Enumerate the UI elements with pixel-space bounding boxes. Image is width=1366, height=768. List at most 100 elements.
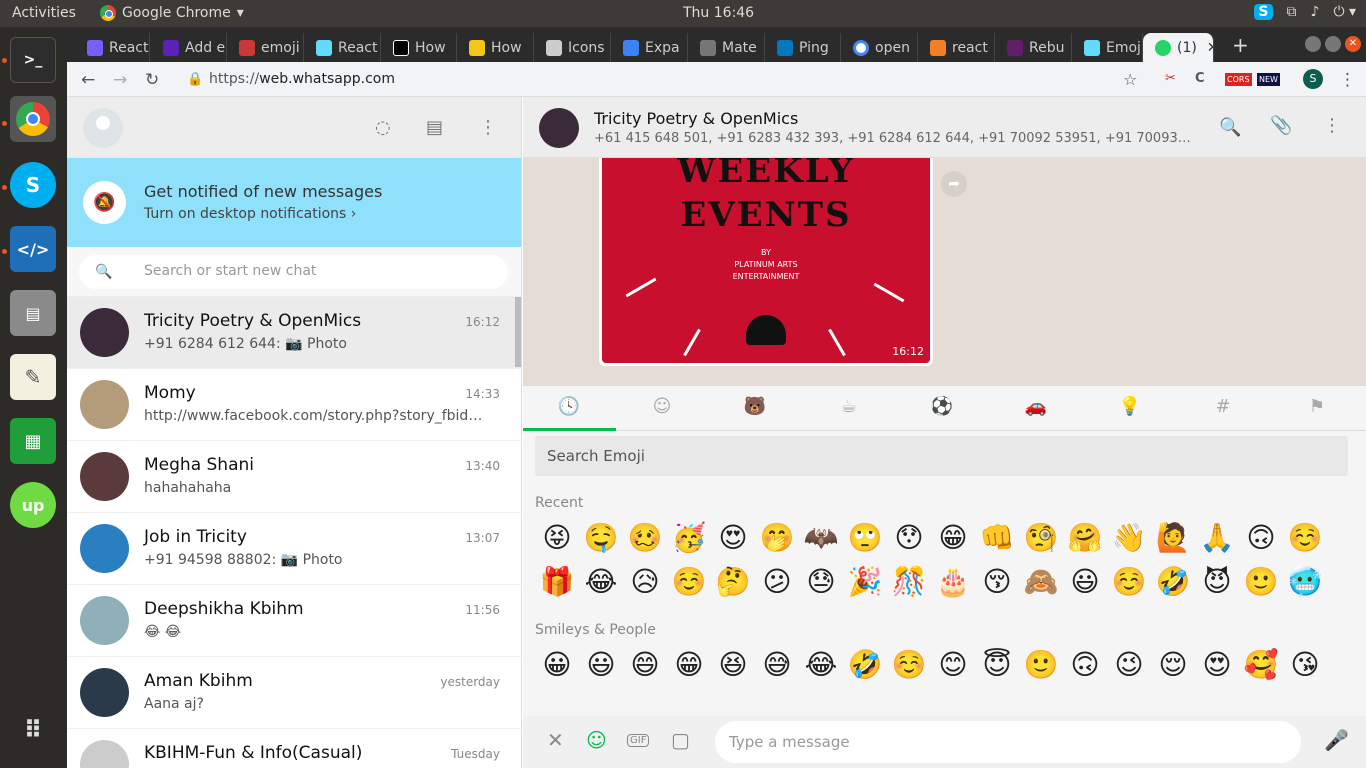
forward-icon[interactable]: → <box>113 70 127 90</box>
emoji-button[interactable]: ☺️ <box>1107 560 1151 604</box>
browser-tab[interactable]: Expa <box>611 33 688 62</box>
user-avatar[interactable] <box>83 108 123 148</box>
browser-menu-icon[interactable]: ⋮ <box>1339 70 1356 90</box>
chat-list-item[interactable]: Megha Shani 13:40 hahahahaha <box>67 441 521 513</box>
notification-link[interactable]: Turn on desktop notifications › <box>144 206 356 222</box>
emoji-button[interactable]: 🦇 <box>799 516 843 560</box>
emoji-button[interactable]: 😅 <box>755 643 799 687</box>
emoji-button[interactable]: 😆 <box>711 643 755 687</box>
emoji-button[interactable]: 🙈 <box>1019 560 1063 604</box>
emoji-button[interactable]: 🙂 <box>1239 560 1283 604</box>
smiley-icon[interactable]: ☺ <box>616 396 708 417</box>
emoji-button[interactable]: ☺️ <box>667 560 711 604</box>
new-tab-button[interactable]: + <box>1232 33 1249 57</box>
emoji-button[interactable]: 🙏 <box>1195 516 1239 560</box>
browser-tab[interactable]: Ping <box>765 33 841 62</box>
emoji-button[interactable]: 🥴 <box>623 516 667 560</box>
emoji-button[interactable]: 😃 <box>579 643 623 687</box>
emoji-button[interactable]: 😁 <box>667 643 711 687</box>
emoji-button[interactable]: 😁 <box>931 516 975 560</box>
browser-tab[interactable]: Icons <box>534 33 611 62</box>
chat-list-item[interactable]: Tricity Poetry & OpenMics 16:12 +91 6284 6… <box>67 297 521 369</box>
browser-tab[interactable]: React <box>304 33 381 62</box>
emoji-button[interactable]: 😍 <box>711 516 755 560</box>
notification-banner[interactable]: 🔕 Get notified of new messages Turn on d… <box>67 158 521 247</box>
files-icon[interactable]: ▤ <box>10 290 56 336</box>
app-menu[interactable]: Google Chrome ▾ <box>100 5 244 21</box>
minimize-icon[interactable] <box>1305 36 1321 52</box>
emoji-button[interactable]: 😀 <box>535 643 579 687</box>
emoji-button[interactable]: 🙋 <box>1151 516 1195 560</box>
emoji-button[interactable]: 😥 <box>623 560 667 604</box>
emoji-button[interactable]: 🥶 <box>1283 560 1327 604</box>
activities-button[interactable]: Activities <box>12 5 76 21</box>
lock-icon[interactable]: 🔒 <box>187 72 203 87</box>
emoji-button[interactable]: 😂 <box>799 643 843 687</box>
browser-tab[interactable]: react <box>918 33 995 62</box>
chat-list-item[interactable]: Momy 14:33 http://www.facebook.com/story.p… <box>67 369 521 441</box>
group-avatar[interactable] <box>539 108 579 148</box>
emoji-button[interactable]: 😈 <box>1195 560 1239 604</box>
image-message[interactable]: WEEKLY EVENTS BY PLATINUM ARTS ENTERTAINME… <box>599 158 933 366</box>
skype-icon[interactable]: S <box>10 162 56 208</box>
emoji-button[interactable]: 😕 <box>755 560 799 604</box>
conversation-header[interactable]: Tricity Poetry & OpenMics +61 415 648 50… <box>523 97 1366 158</box>
emoji-button[interactable]: 👊 <box>975 516 1019 560</box>
emoji-button[interactable]: 🤗 <box>1063 516 1107 560</box>
browser-tab[interactable]: React <box>75 33 150 62</box>
chat-list-item[interactable]: KBIHM-Fun & Info(Casual) Tuesday <box>67 729 521 768</box>
microphone-icon[interactable]: 🎤 <box>1324 728 1349 752</box>
symbols-icon[interactable]: # <box>1177 396 1269 417</box>
chat-list-item[interactable]: Aman Kbihm yesterday Aana aj? <box>67 657 521 729</box>
emoji-button[interactable]: 🥳 <box>667 516 711 560</box>
back-icon[interactable]: ← <box>81 70 95 90</box>
emoji-button[interactable]: 😝 <box>535 516 579 560</box>
bookmark-star-icon[interactable]: ☆ <box>1123 70 1137 89</box>
browser-tab[interactable]: emoji <box>227 33 304 62</box>
event-poster-image[interactable]: WEEKLY EVENTS BY PLATINUM ARTS ENTERTAINME… <box>602 158 930 363</box>
new-chat-icon[interactable]: ▤ <box>426 117 443 138</box>
food-icon[interactable]: ☕ <box>803 396 895 417</box>
activity-icon[interactable]: ⚽ <box>896 396 988 417</box>
emoji-button[interactable]: 🤭 <box>755 516 799 560</box>
chat-list-item[interactable]: Job in Tricity 13:07 +91 94598 88802: 📷 Ph… <box>67 513 521 585</box>
browser-tab-active[interactable]: (1)✕ <box>1143 33 1214 62</box>
terminal-icon[interactable]: >_ <box>10 37 56 83</box>
emoji-button[interactable]: 🥰 <box>1239 643 1283 687</box>
forward-icon[interactable]: ➦ <box>941 171 967 197</box>
search-input[interactable]: 🔍 Search or start new chat <box>79 255 508 289</box>
emoji-button[interactable]: 🎊 <box>887 560 931 604</box>
close-tab-icon[interactable]: ✕ <box>1207 40 1213 56</box>
emoji-button[interactable]: 😊 <box>931 643 975 687</box>
extension-icon[interactable]: NEW <box>1257 73 1280 86</box>
browser-tab[interactable]: How <box>381 33 457 62</box>
vscode-icon[interactable]: </> <box>10 226 56 272</box>
flags-icon[interactable]: ⚑ <box>1271 396 1363 417</box>
close-emoji-icon[interactable]: ✕ <box>547 728 564 752</box>
chrome-launcher-icon[interactable] <box>10 96 56 142</box>
emoji-button[interactable]: 😇 <box>975 643 1019 687</box>
emoji-button[interactable]: 🤤 <box>579 516 623 560</box>
spreadsheet-icon[interactable]: ▦ <box>10 418 56 464</box>
browser-tab[interactable]: Mate <box>688 33 765 62</box>
emoji-button[interactable]: 😄 <box>623 643 667 687</box>
text-editor-icon[interactable]: ✎ <box>10 354 56 400</box>
objects-icon[interactable]: 💡 <box>1084 396 1176 417</box>
emoji-button[interactable]: 😘 <box>1283 643 1327 687</box>
browser-tab[interactable]: Add e <box>151 33 227 62</box>
emoji-button[interactable]: 😚 <box>975 560 1019 604</box>
emoji-icon[interactable]: ☺ <box>586 728 607 752</box>
cors-extension-icon[interactable]: CORS <box>1225 73 1252 86</box>
emoji-button[interactable]: ☺️ <box>1283 516 1327 560</box>
emoji-button[interactable]: 🤣 <box>843 643 887 687</box>
attach-icon[interactable]: 📎 <box>1270 115 1292 136</box>
browser-tab[interactable]: Emoj <box>1072 33 1143 62</box>
browser-tab[interactable]: How <box>457 33 534 62</box>
emoji-search-input[interactable]: Search Emoji <box>535 436 1348 476</box>
maximize-icon[interactable] <box>1325 36 1341 52</box>
extension-icon[interactable]: C <box>1195 71 1205 86</box>
emoji-button[interactable]: 😃 <box>1063 560 1107 604</box>
travel-icon[interactable]: 🚗 <box>990 396 1082 417</box>
reload-icon[interactable]: ↻ <box>145 70 159 90</box>
message-input[interactable]: Type a message <box>715 721 1301 763</box>
